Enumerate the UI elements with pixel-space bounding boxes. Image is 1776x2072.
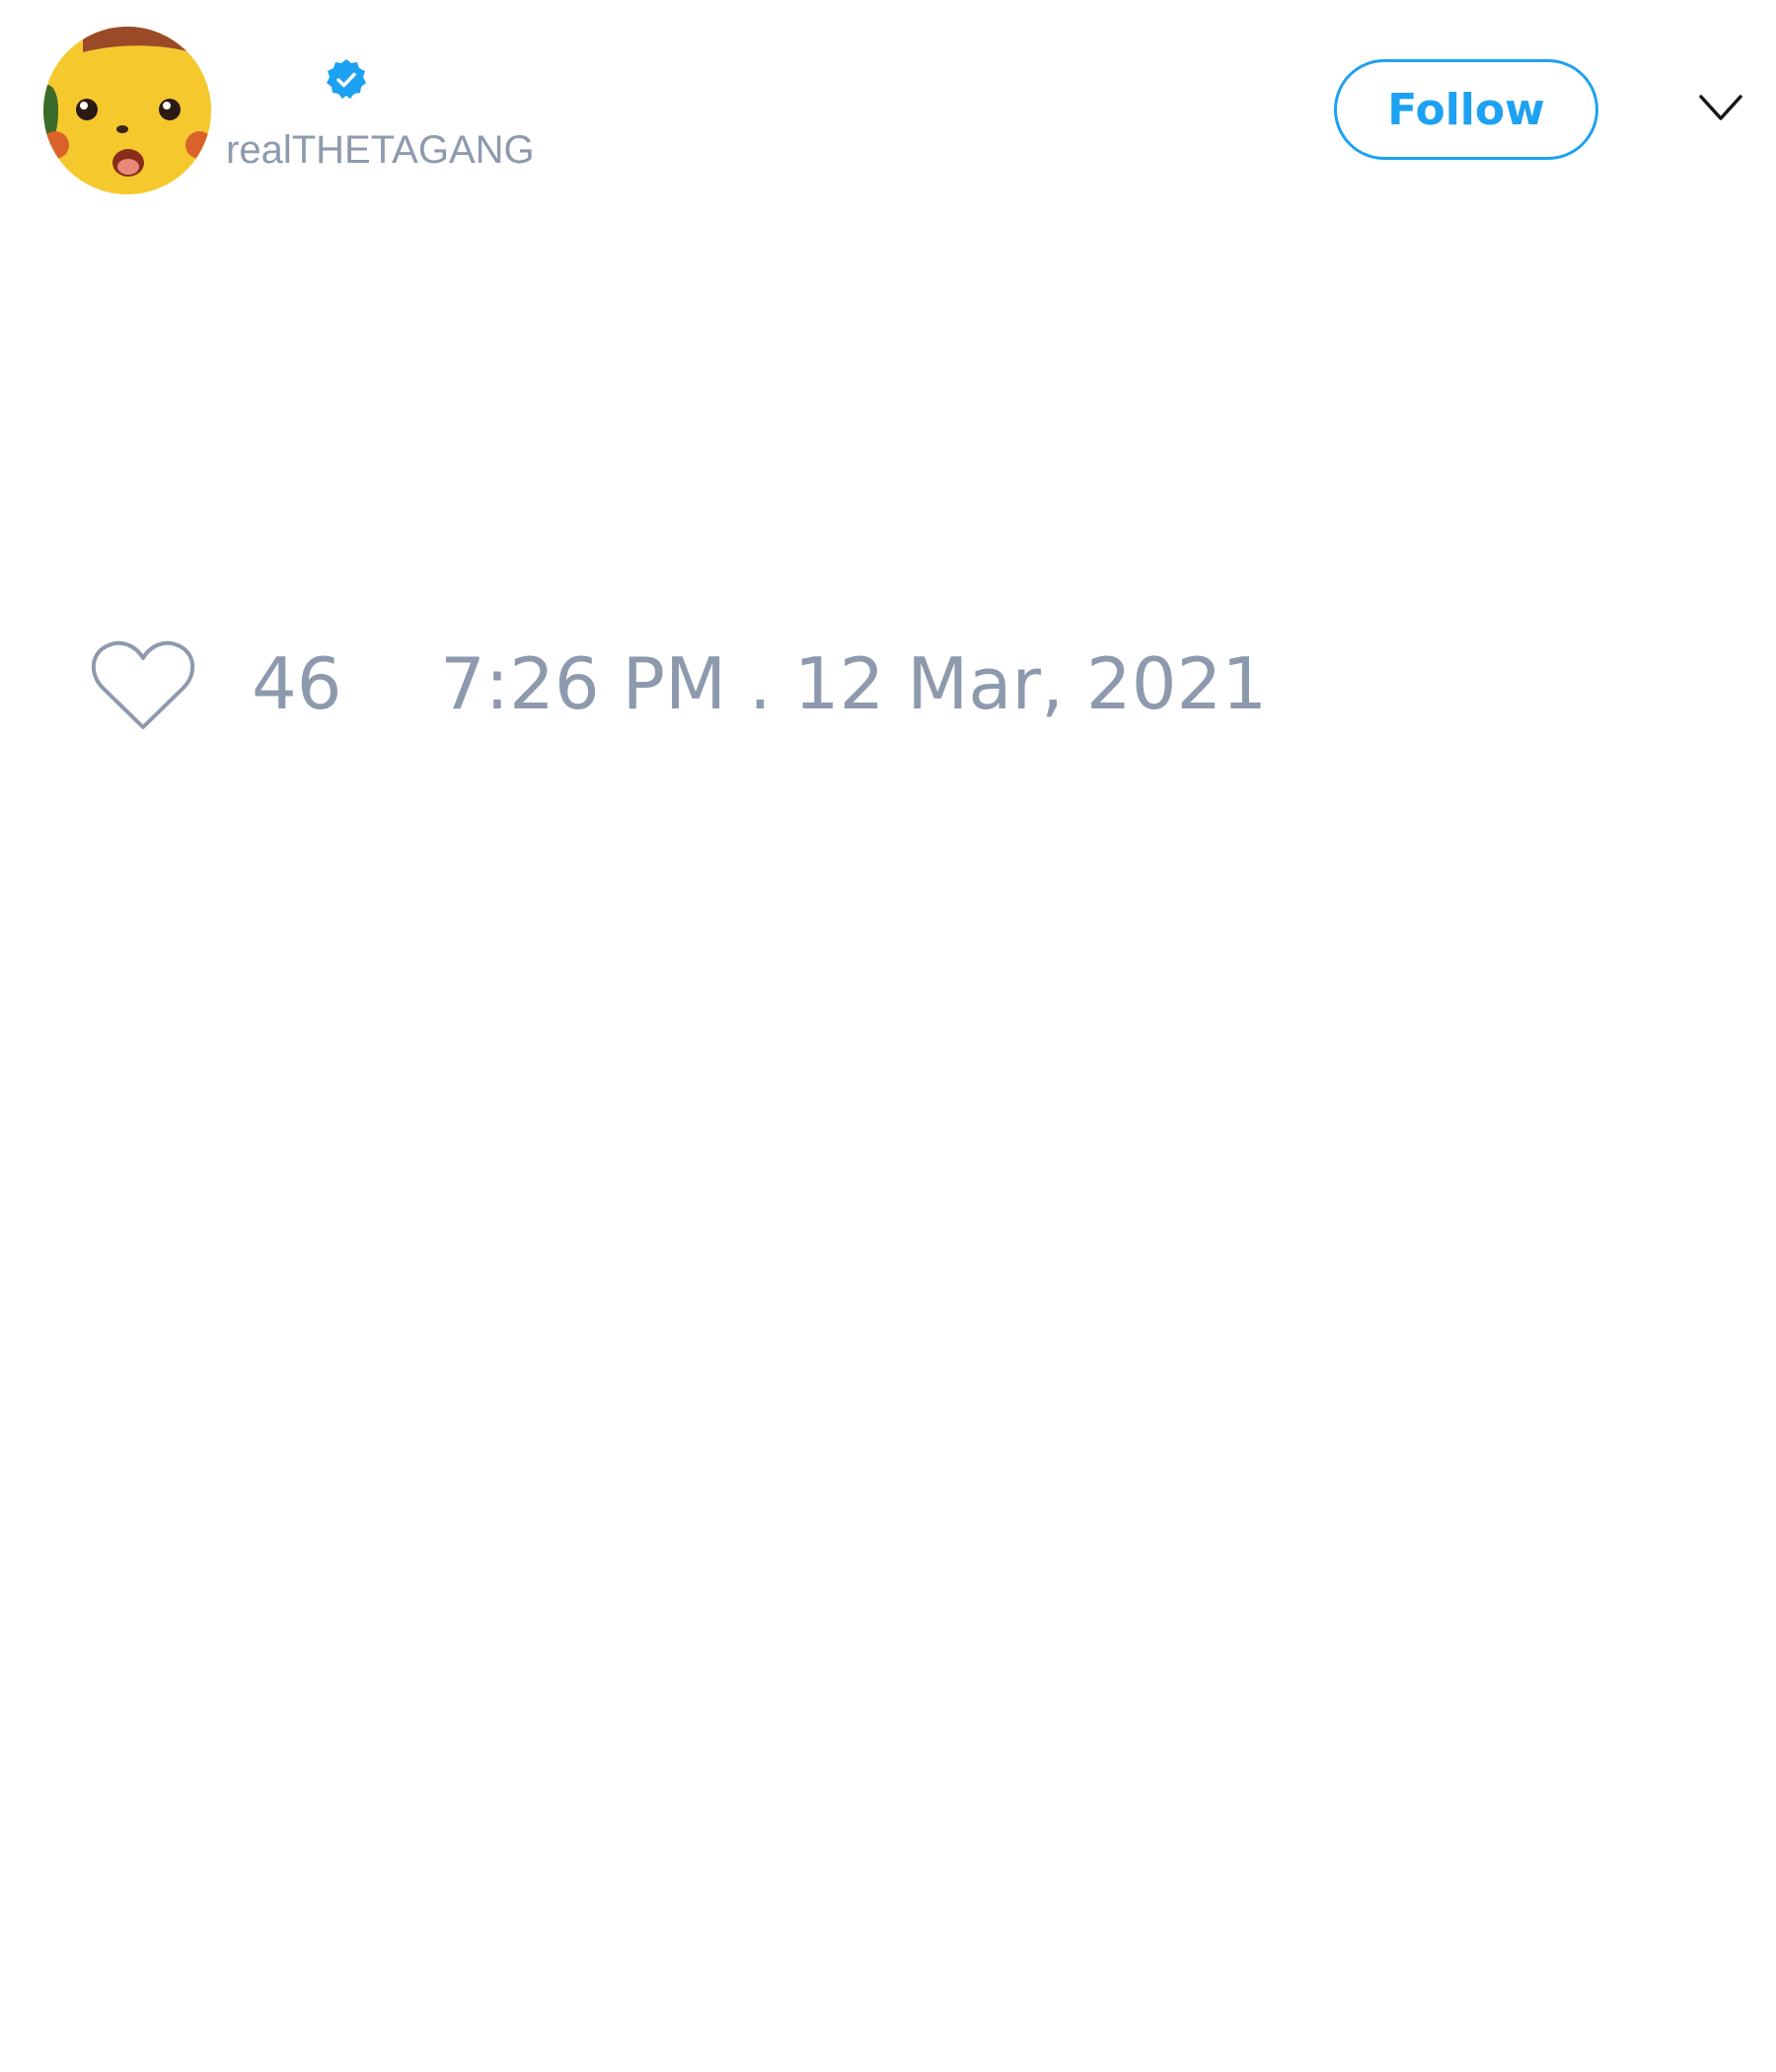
tweet-card: realTHETAGANG Follow 46 7:26 PM . 12 Mar… xyxy=(0,0,1776,2072)
user-handle[interactable]: realTHETAGANG xyxy=(226,126,535,174)
tweet-timestamp[interactable]: 7:26 PM . 12 Mar, 2021 xyxy=(440,641,1267,726)
chevron-down-icon[interactable] xyxy=(1697,91,1744,126)
pikachu-avatar-image xyxy=(43,27,211,194)
verified-badge-icon xyxy=(324,57,369,103)
follow-button[interactable]: Follow xyxy=(1334,59,1598,160)
like-count: 46 xyxy=(252,642,342,725)
avatar[interactable] xyxy=(43,27,211,194)
heart-icon[interactable] xyxy=(89,636,197,735)
